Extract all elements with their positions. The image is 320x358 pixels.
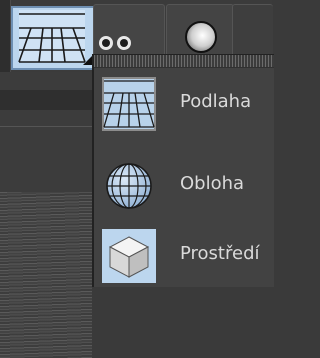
floor-tool-button[interactable]	[11, 6, 97, 70]
floor-grid-icon	[102, 77, 156, 131]
floor-grid-icon	[18, 10, 86, 63]
dropdown-corner-indicator	[83, 56, 92, 65]
menu-tearoff-grip[interactable]	[94, 55, 274, 68]
left-panel	[0, 72, 92, 358]
popup-menu: Podlaha Obloha Prostředí	[92, 54, 274, 287]
sky-globe-icon	[102, 159, 156, 213]
environment-cube-icon	[102, 229, 156, 283]
viewport-texture	[0, 192, 92, 358]
menu-item-label: Prostředí	[180, 243, 260, 264]
menu-item-label: Obloha	[180, 173, 245, 194]
menu-item-sky[interactable]: Obloha	[94, 155, 274, 215]
left-panel-divider	[0, 126, 92, 127]
menu-item-label: Podlaha	[180, 91, 252, 112]
menu-item-environment[interactable]: Prostředí	[94, 225, 274, 285]
left-panel-band	[0, 90, 92, 110]
toolbar-edge	[0, 0, 11, 72]
menu-item-floor[interactable]: Podlaha	[94, 73, 274, 133]
